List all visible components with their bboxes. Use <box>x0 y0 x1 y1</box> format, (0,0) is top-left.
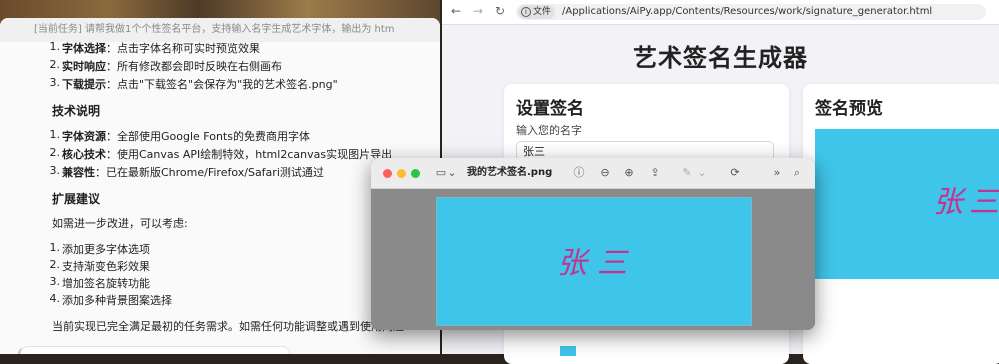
list-item: 1. 字体选择：点击字体名称可实时预览效果 <box>49 40 261 55</box>
list-item: 2. 支持渐变色彩效果 <box>49 258 151 273</box>
viewer-canvas: 张三 <box>371 189 815 330</box>
markup-icon[interactable]: ✎ <box>679 165 695 181</box>
signature-image: 张三 <box>436 197 752 326</box>
more-icon[interactable]: » <box>769 165 785 181</box>
reload-icon[interactable]: ↻ <box>492 3 508 19</box>
search-icon[interactable]: ⌕ <box>789 165 805 181</box>
section-heading-ext: 扩展建议 <box>52 192 101 206</box>
closing-text: 当前实现已完全满足最初的任务需求。如需任何功能调整或遇到使用问题 <box>52 320 404 333</box>
preview-heading: 签名预览 <box>815 99 883 119</box>
image-viewer-window: ▭ ⌄ 我的艺术签名.png ⓘ ⊖ ⊕ ⇪ ✎ ⌄ ⟳ » ⌕ 张三 <box>371 158 815 330</box>
info-icon[interactable]: ⓘ <box>571 165 587 181</box>
color-swatch[interactable] <box>560 346 576 356</box>
zoom-icon[interactable] <box>411 169 420 178</box>
info-icon: i <box>521 7 531 17</box>
rotate-icon[interactable]: ⟳ <box>727 165 743 181</box>
back-icon[interactable]: ← <box>448 3 464 19</box>
ext-intro: 如需进一步改进，可以考虑: <box>52 217 188 230</box>
forward-icon[interactable]: → <box>470 3 486 19</box>
browser-toolbar: ← → ↻ i 文件 /Applications/AiPy.app/Content… <box>442 0 999 25</box>
list-item: 3. 兼容性：已在最新版Chrome/Firefox/Safari测试通过 <box>49 164 324 179</box>
list-item: 3. 增加签名旋转功能 <box>49 275 151 290</box>
list-item: 2. 核心技术：使用Canvas API绘制特效，html2canvas实现图片导… <box>49 146 393 161</box>
chevron-down-icon[interactable]: ⌄ <box>447 165 457 181</box>
url-text: /Applications/AiPy.app/Contents/Resource… <box>562 6 933 17</box>
page-title: 艺术签名生成器 <box>633 44 808 72</box>
settings-heading: 设置签名 <box>516 99 584 119</box>
address-bar[interactable]: i 文件 /Applications/AiPy.app/Contents/Reso… <box>516 4 986 20</box>
file-badge[interactable]: i 文件 <box>518 5 556 19</box>
list-item: 4. 添加多种背景图案选择 <box>49 292 173 307</box>
list-item: 2. 实时响应：所有修改都会即时反映在右侧画布 <box>49 58 283 73</box>
list-item: 3. 下载提示：点击"下载签名"会保存为"我的艺术签名.png" <box>49 76 338 91</box>
name-label: 输入您的名字 <box>516 124 582 137</box>
viewer-toolbar: ▭ ⌄ 我的艺术签名.png ⓘ ⊖ ⊕ ⇪ ✎ ⌄ ⟳ » ⌕ <box>371 158 815 189</box>
close-icon[interactable] <box>383 169 392 178</box>
signature-text: 张三 <box>557 246 637 281</box>
zoom-out-icon[interactable]: ⊖ <box>597 165 613 181</box>
list-item: 1. 添加更多字体选项 <box>49 241 151 256</box>
signature-canvas: 张三 <box>815 129 999 279</box>
list-item: 1. 字体资源：全部使用Google Fonts的免费商用字体 <box>49 128 310 143</box>
signature-text: 张三 <box>933 185 999 220</box>
minimize-icon[interactable] <box>397 169 406 178</box>
zoom-in-icon[interactable]: ⊕ <box>621 165 637 181</box>
viewer-filename: 我的艺术签名.png <box>467 167 553 178</box>
section-heading-tech: 技术说明 <box>52 104 101 118</box>
chevron-down-icon[interactable]: ⌄ <box>697 165 707 181</box>
preview-card: 签名预览 张三 <box>803 84 999 364</box>
share-icon[interactable]: ⇪ <box>647 165 663 181</box>
chat-input[interactable] <box>20 346 290 354</box>
